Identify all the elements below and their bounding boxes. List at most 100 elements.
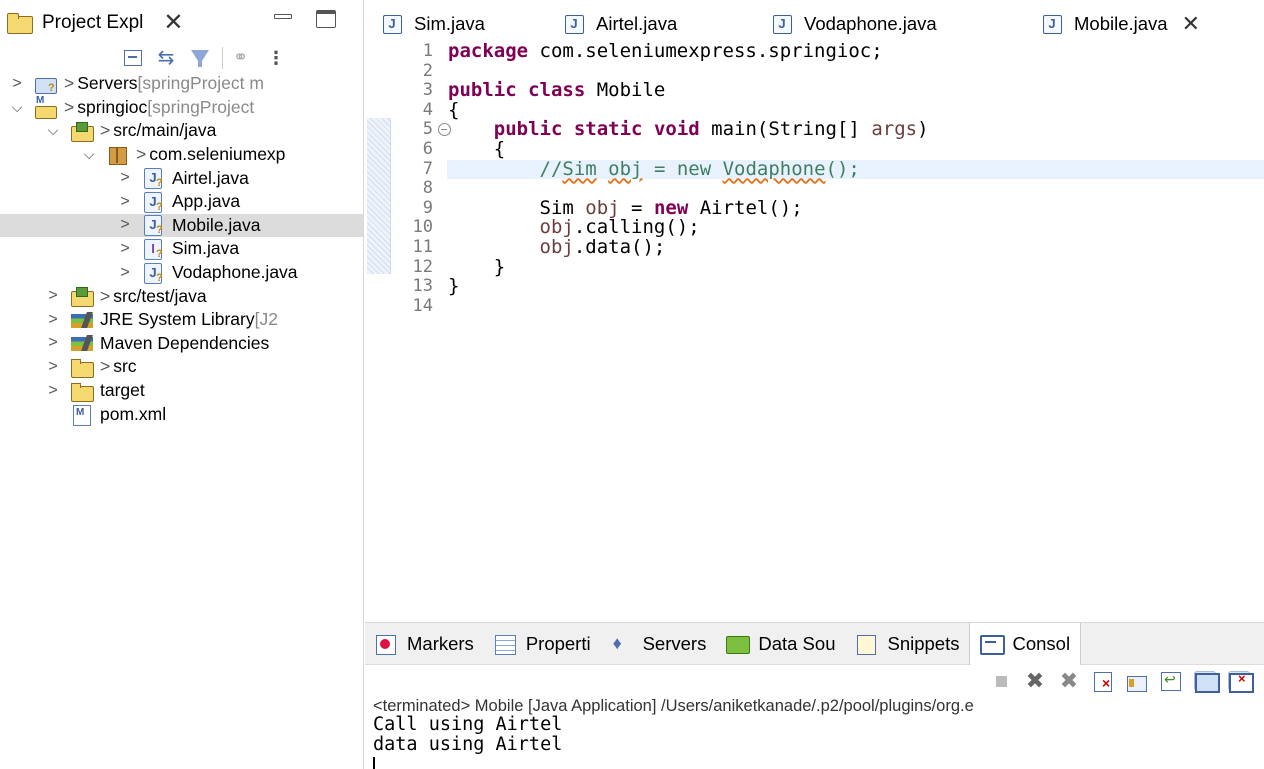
tab-project-explorer-label: Project Expl bbox=[42, 12, 144, 33]
show-console-on-output-icon[interactable] bbox=[1194, 671, 1220, 693]
chevron-right-icon[interactable]: > bbox=[46, 382, 60, 400]
chevron-right-icon[interactable]: > bbox=[118, 193, 132, 211]
tree-item[interactable]: ⌵ > springioc [springProject bbox=[0, 95, 363, 120]
maven-project-icon bbox=[34, 95, 58, 120]
tab-properti[interactable]: Properti bbox=[484, 623, 601, 665]
toolbar-separator bbox=[222, 47, 223, 69]
git-decorator: > bbox=[100, 356, 111, 377]
code-area[interactable]: package com.seleniumexpress.springioc; p… bbox=[448, 40, 929, 317]
line-number-text: 3 bbox=[422, 80, 433, 101]
tab-consol[interactable]: Consol bbox=[969, 622, 1082, 665]
project-explorer-tabbar: Project Expl ✕ bbox=[0, 0, 363, 44]
close-icon[interactable]: ✕ bbox=[1182, 13, 1200, 35]
tree-item[interactable]: > JRE System Library [J2 bbox=[0, 308, 363, 332]
java-file-icon bbox=[1043, 14, 1062, 34]
code-token: obj bbox=[539, 235, 574, 258]
tree-item[interactable]: > > src/test/java bbox=[0, 284, 363, 308]
code-token: com.seleniumexpress.springioc; bbox=[528, 40, 883, 62]
clear-console-icon[interactable] bbox=[1092, 671, 1114, 692]
tree-item[interactable]: ⌵ > com.seleniumexp bbox=[0, 143, 363, 167]
tab-project-explorer[interactable]: Project Expl ✕ bbox=[6, 6, 183, 40]
tree-item[interactable]: > Vodaphone.java bbox=[0, 261, 363, 285]
project-explorer-toolbar: ⇆ ⚭ ⋮ bbox=[120, 44, 285, 72]
project-explorer: Project Expl ✕ ⇆ ⚭ ⋮ >> Servers [springP… bbox=[0, 0, 364, 769]
code-line: obj.data(); bbox=[448, 235, 929, 258]
tree-item[interactable]: > Airtel.java bbox=[0, 166, 363, 190]
terminate-icon[interactable] bbox=[990, 671, 1012, 691]
tab-data-sou[interactable]: Data Sou bbox=[716, 623, 845, 665]
line-number-text: 10 bbox=[412, 217, 433, 238]
line-number: 11 bbox=[389, 237, 433, 258]
maximize-icon[interactable] bbox=[316, 10, 336, 28]
code-line: public static void main(String[] args) bbox=[448, 120, 929, 140]
code-token: void bbox=[653, 118, 700, 141]
package-icon bbox=[106, 145, 130, 165]
java-file-icon bbox=[142, 191, 166, 213]
git-decorator: > bbox=[100, 120, 111, 141]
tab-mobile-java[interactable]: Mobile.java ✕ bbox=[1025, 0, 1264, 48]
line-number: 12 bbox=[389, 257, 433, 278]
tree-item[interactable]: > Sim.java bbox=[0, 237, 363, 261]
chevron-right-icon[interactable]: > bbox=[10, 75, 24, 93]
view-menu-icon[interactable]: ⋮ bbox=[267, 49, 285, 67]
focus-icon[interactable]: ⚭ bbox=[233, 47, 257, 69]
chevron-right-icon[interactable]: > bbox=[118, 169, 132, 187]
close-icon[interactable]: ✕ bbox=[163, 11, 183, 35]
line-number-text: 8 bbox=[422, 178, 433, 199]
filter-icon[interactable] bbox=[188, 47, 212, 69]
tree-item[interactable]: pom.xml bbox=[0, 402, 363, 427]
chevron-down-icon[interactable]: ⌵ bbox=[82, 146, 96, 163]
collapse-all-icon[interactable] bbox=[120, 47, 144, 69]
code-token: static bbox=[573, 118, 643, 141]
chevron-right-icon[interactable]: > bbox=[118, 216, 132, 234]
chevron-down-icon[interactable]: ⌵ bbox=[46, 122, 60, 139]
console-icon bbox=[980, 634, 1006, 655]
tree-item[interactable]: ⌵ > src/main/java bbox=[0, 119, 363, 143]
source-folder-icon bbox=[70, 286, 94, 308]
remove-launch-icon[interactable]: ✖ bbox=[1024, 670, 1046, 692]
tab-label: Properti bbox=[525, 632, 591, 654]
line-number: 4 bbox=[389, 100, 433, 121]
properties-icon bbox=[494, 634, 516, 655]
tab-servers[interactable]: Servers bbox=[601, 623, 717, 665]
tree-item-label: Sim.java bbox=[172, 238, 240, 259]
chevron-right-icon[interactable]: > bbox=[118, 264, 132, 282]
chevron-right-icon[interactable]: > bbox=[46, 358, 60, 376]
scroll-lock-icon[interactable] bbox=[1126, 671, 1148, 692]
tab-markers[interactable]: Markers bbox=[365, 623, 484, 665]
tree-item[interactable]: > App.java bbox=[0, 190, 363, 214]
chevron-right-icon[interactable]: > bbox=[46, 334, 60, 352]
git-decorator: > bbox=[64, 96, 75, 117]
chevron-right-icon[interactable]: > bbox=[46, 287, 60, 305]
tab-snippets[interactable]: Snippets bbox=[845, 623, 969, 665]
tree-item[interactable]: > Maven Dependencies bbox=[0, 332, 363, 356]
java-editor: Sim.java Airtel.java Vodaphone.java Mobile.… bbox=[365, 0, 1264, 622]
line-number: 10 bbox=[389, 218, 433, 238]
tree-item[interactable]: > > src bbox=[0, 355, 363, 379]
xml-file-icon bbox=[70, 404, 94, 427]
link-with-editor-icon[interactable]: ⇆ bbox=[154, 47, 178, 69]
word-wrap-icon[interactable] bbox=[1160, 671, 1182, 691]
remove-all-terminated-icon[interactable]: ✖ bbox=[1058, 670, 1080, 692]
servers-icon bbox=[611, 633, 633, 654]
tree-item[interactable]: > target bbox=[0, 379, 363, 403]
code-token: Sim bbox=[562, 157, 597, 180]
chevron-right-icon[interactable]: > bbox=[118, 240, 132, 258]
tree-item[interactable]: > Mobile.java bbox=[0, 213, 363, 238]
tree-item-label: com.seleniumexp bbox=[149, 144, 286, 165]
console-output[interactable]: Call using Airtel data using Airtel bbox=[373, 715, 562, 755]
line-number-text: 5 bbox=[422, 119, 433, 140]
chevron-right-icon[interactable]: > bbox=[46, 311, 60, 329]
code-line: } bbox=[448, 276, 929, 297]
chevron-down-icon[interactable]: ⌵ bbox=[10, 99, 24, 116]
code-line: package com.seleniumexpress.springioc; bbox=[448, 40, 929, 62]
show-console-on-error-icon[interactable] bbox=[1228, 671, 1254, 693]
tree-item[interactable]: > > Servers [springProject m bbox=[0, 72, 363, 96]
minimize-icon[interactable] bbox=[274, 10, 292, 24]
project-tree: >> Servers [springProject m⌵> springioc … bbox=[0, 72, 363, 427]
line-number: 8 bbox=[389, 178, 433, 199]
line-number-text: 14 bbox=[412, 295, 433, 316]
tree-item-label: pom.xml bbox=[100, 403, 167, 424]
